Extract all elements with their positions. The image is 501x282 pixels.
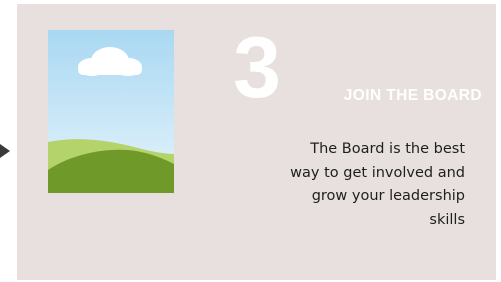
step-title: JOIN THE BOARD [343, 87, 482, 104]
landscape-image-placeholder-icon [48, 30, 174, 193]
slide: 3 JOIN THE BOARD The Board is the best w… [0, 0, 501, 282]
step-number: 3 [233, 20, 281, 116]
step-description: The Board is the best way to get involve… [290, 141, 465, 228]
chevron-right-icon [0, 144, 10, 158]
